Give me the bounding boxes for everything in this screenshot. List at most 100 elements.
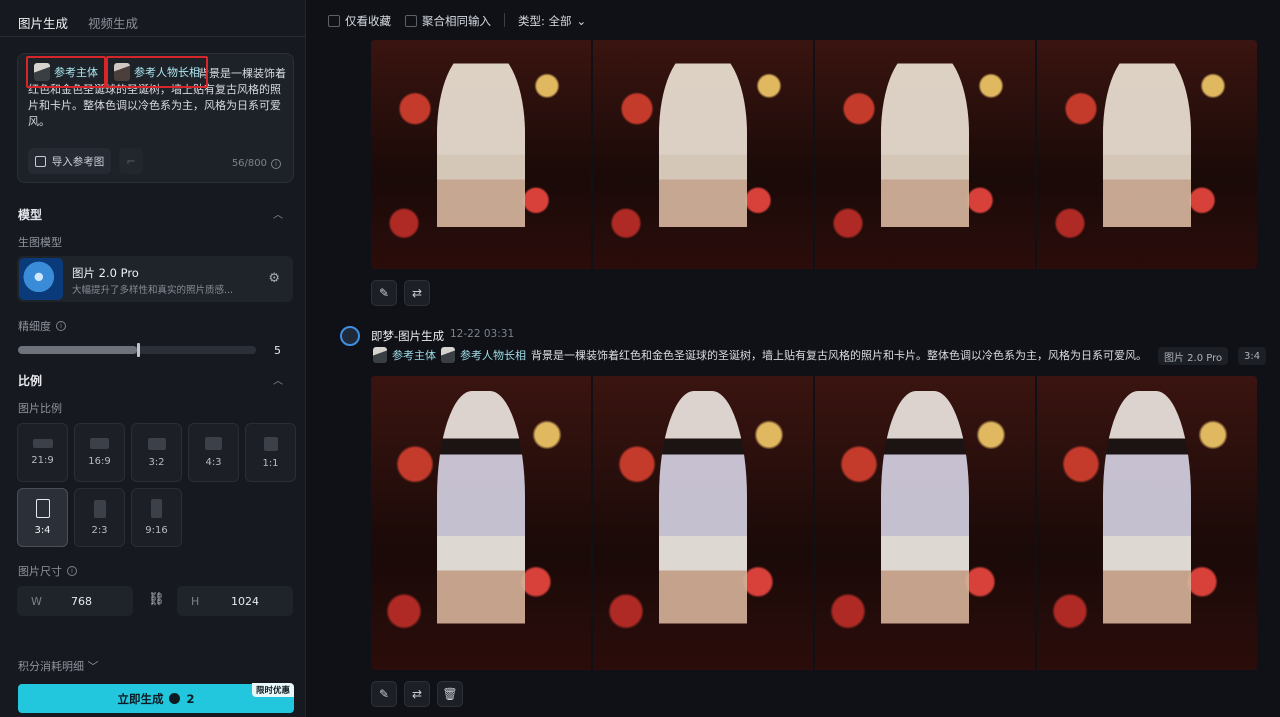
chevron-down-icon: ﹀ [87,660,99,673]
model-thumbnail [19,258,63,300]
size-label-text: 图片尺寸 [18,565,62,578]
settings-icon[interactable]: ⚙ [268,271,280,286]
corner-icon: ⌐ [126,154,136,168]
result-image[interactable] [1037,376,1257,670]
ref-chip-label: 参考人物长相 [134,66,200,79]
ratio-shape-icon [205,437,222,450]
ratio-option-label: 9:16 [145,525,168,536]
ratio-option-1-1[interactable]: 1:1 [245,423,296,482]
app-avatar [340,326,360,346]
generation-date: 12-22 [450,328,481,340]
ratio-option-16-9[interactable]: 16:9 [74,423,125,482]
result-image[interactable] [371,40,591,269]
info-icon[interactable]: i [56,321,66,331]
model-name: 图片 2.0 Pro [72,266,139,280]
result-image[interactable] [593,40,813,269]
cost-detail-label: 积分消耗明细 [18,660,84,673]
merge-inputs-label: 聚合相同输入 [422,14,491,28]
height-prefix: H [191,594,200,608]
merge-inputs-checkbox[interactable]: 聚合相同输入 [405,13,491,29]
info-icon[interactable]: i [67,566,77,576]
result-image[interactable] [1037,40,1257,269]
aspect-toggle-button[interactable]: ⌐ [119,148,143,174]
detail-slider-fill [18,346,137,354]
checkbox-icon [328,15,340,27]
info-icon[interactable]: i [271,158,281,169]
promo-badge: 限时优惠 [251,683,294,697]
ratio-shape-icon [35,499,50,518]
ratio-option-3-2[interactable]: 3:2 [131,423,182,482]
edit-icon: ✎ [378,687,390,701]
link-icon[interactable]: ⛓ [148,592,165,607]
ref-thumbnail [34,63,50,81]
ratio-option-21-9[interactable]: 21:9 [17,423,68,482]
regenerate-icon: ⇄ [411,286,423,300]
image-subject [881,390,969,656]
generate-button[interactable]: 立即生成 2 限时优惠 [18,683,294,713]
delete-button[interactable]: 🗑 [437,681,463,707]
cost-detail-toggle[interactable]: 积分消耗明细 ﹀ [18,658,99,674]
import-reference-label: 导入参考图 [51,155,105,168]
ratio-option-label: 3:2 [148,456,165,468]
import-reference-button[interactable]: 导入参考图 [28,148,111,174]
section-title-ratio: 比例 [18,374,43,388]
ref-thumbnail [114,63,130,81]
char-counter: 56/800 i [232,158,281,169]
width-field[interactable]: W 768 [17,586,133,616]
ratio-shape-icon [32,439,53,448]
image-subject [437,51,525,258]
ref-chip-subject[interactable]: 参考主体 [26,56,106,88]
height-field[interactable]: H 1024 [177,586,293,616]
edit-icon: ✎ [378,286,390,300]
image-subject [1103,51,1191,258]
result-image[interactable] [371,376,591,670]
prompt-text: 背景是一棵装饰着红色和金色圣诞球的圣诞树，墙上贴有复古风格的照片和卡片。整体色调… [531,349,1147,362]
ratio-option-label: 2:3 [91,524,108,536]
result-image-row [371,40,1257,269]
section-title-model: 模型 [18,208,43,222]
image-subject [659,390,747,656]
delete-icon: 🗑 [442,687,458,701]
ratio-option-label: 3:4 [34,525,51,536]
ratio-option-9-16[interactable]: 9:16 [131,488,182,547]
detail-label: 精细度 i [18,318,66,334]
generation-prompt[interactable]: 参考主体 参考人物长相 背景是一棵装饰着红色和金色圣诞球的圣诞树，墙上贴有复古风… [373,346,1147,364]
ratio-shape-icon [93,499,106,518]
detail-slider[interactable] [18,343,256,357]
image-subject [437,390,525,656]
edit-button[interactable]: ✎ [371,280,397,306]
result-image[interactable] [593,376,813,670]
chevron-up-icon[interactable]: ︿ [273,206,283,221]
result-image[interactable] [815,40,1035,269]
ratio-option-3-4[interactable]: 3:4 [17,488,68,547]
chevron-up-icon[interactable]: ︿ [273,372,283,387]
model-card[interactable]: 图片 2.0 Pro 大幅提升了多样性和真实的照片质感... ⚙ [17,256,293,302]
ref-face-label: 参考人物长相 [460,349,526,362]
generate-label: 立即生成 [117,691,164,706]
regenerate-button[interactable]: ⇄ [404,681,430,707]
ratio-option-4-3[interactable]: 4:3 [188,423,239,482]
prompt-box[interactable]: 背景是一棵装饰着红色和金色圣诞球的圣诞树，墙上贴有复古风格的照片和卡片。整体色调… [17,53,294,183]
image-subject [659,51,747,258]
ref-chip-face[interactable]: 参考人物长相 [106,56,208,88]
edit-button[interactable]: ✎ [371,681,397,707]
generate-cost: 2 [186,691,195,706]
height-value[interactable]: 1024 [231,595,259,608]
type-filter-dropdown[interactable]: 类型: 全部 ⌄ [518,13,586,29]
result-image[interactable] [815,376,1035,670]
generation-time: 03:31 [483,328,515,340]
size-label: 图片尺寸 i [18,563,77,579]
detail-slider-handle[interactable] [137,343,140,357]
model-label: 生图模型 [18,234,62,250]
ratio-shape-icon [147,437,166,450]
ratio-shape-icon [263,436,278,451]
ref-subject-label: 参考主体 [392,349,436,362]
checkbox-icon [405,15,417,27]
only-favorites-checkbox[interactable]: 仅看收藏 [328,13,391,29]
ratio-shape-icon [90,438,109,449]
scrollbar[interactable] [1276,0,1280,717]
regenerate-button[interactable]: ⇄ [404,280,430,306]
ratio-option-2-3[interactable]: 2:3 [74,488,125,547]
generation-title: 即梦-图片生成 [371,329,445,343]
width-value[interactable]: 768 [71,595,92,608]
